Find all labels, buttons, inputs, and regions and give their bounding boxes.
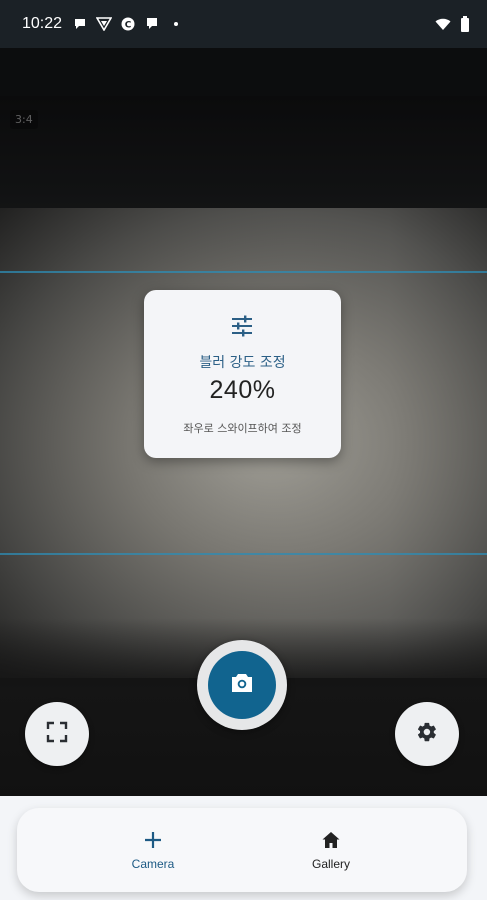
nav-item-gallery[interactable]: Gallery <box>261 808 401 892</box>
grid-line-top <box>0 271 487 273</box>
status-icons-left: C <box>72 16 184 32</box>
nav-label-camera: Camera <box>131 857 175 871</box>
status-time: 10:22 <box>22 15 63 32</box>
plus-icon <box>142 829 164 851</box>
blur-card-hint: 좌우로 스와이프하여 조정 <box>183 422 302 435</box>
blur-strength-card: 블러 강도 조정 240% 좌우로 스와이프하여 조정 <box>144 290 341 458</box>
dot-icon <box>168 16 184 32</box>
gear-icon <box>416 721 438 747</box>
tune-sliders-icon <box>230 314 254 338</box>
aspect-ratio-badge[interactable]: 3:4 <box>10 110 38 129</box>
status-icons-right <box>435 16 473 32</box>
nav-item-camera[interactable]: Camera <box>83 808 223 892</box>
shutter-button[interactable] <box>197 640 287 730</box>
grid-line-bottom <box>0 553 487 555</box>
vpn-icon <box>96 16 113 32</box>
status-bar: 10:22 C <box>0 0 487 48</box>
bottom-navigation: Camera Gallery <box>17 808 467 892</box>
fullscreen-button[interactable] <box>25 702 89 766</box>
message-icon <box>144 16 160 32</box>
blur-card-title: 블러 강도 조정 <box>199 355 286 371</box>
settings-button[interactable] <box>395 702 459 766</box>
nav-label-gallery: Gallery <box>311 857 350 871</box>
chat-bubble-icon <box>72 16 88 32</box>
camera-icon <box>230 672 254 698</box>
blur-strength-value: 240% <box>209 376 276 404</box>
shutter-inner <box>208 651 276 719</box>
wifi-icon <box>435 16 451 32</box>
circle-c-icon: C <box>120 16 136 32</box>
fullscreen-icon <box>46 721 68 747</box>
home-icon <box>320 829 342 851</box>
battery-icon <box>457 16 473 32</box>
svg-text:C: C <box>125 21 132 31</box>
